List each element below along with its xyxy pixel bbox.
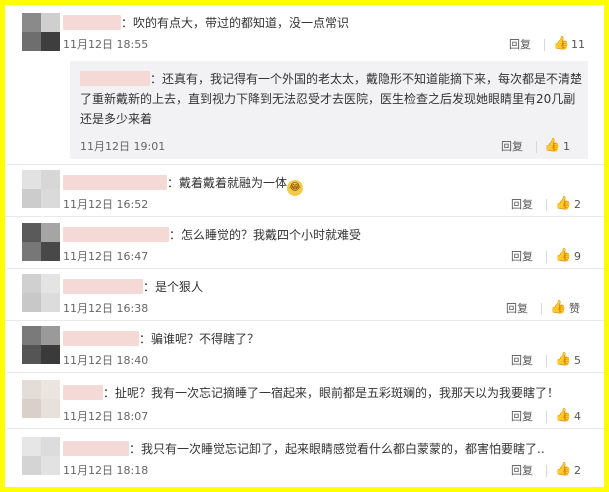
comment-date: 11月12日 xyxy=(63,464,113,477)
thumbs-up-icon[interactable]: 👍 xyxy=(550,301,566,315)
avatar[interactable] xyxy=(22,326,60,364)
comment-time: 16:52 xyxy=(116,198,149,211)
username[interactable] xyxy=(63,15,121,30)
username[interactable] xyxy=(63,385,103,400)
divider xyxy=(546,251,547,263)
comment-date: 11月12日 xyxy=(63,410,113,423)
quote-time: 19:01 xyxy=(133,140,166,153)
thumbs-up-icon[interactable]: 👍 xyxy=(544,139,560,153)
avatar[interactable] xyxy=(22,437,60,475)
comment-date: 11月12日 xyxy=(63,250,113,263)
username[interactable] xyxy=(80,71,150,86)
reply-button[interactable]: 回复 xyxy=(511,198,533,212)
username[interactable] xyxy=(63,279,143,294)
comment-time: 18:07 xyxy=(116,410,149,423)
thumbs-up-icon[interactable]: 👍 xyxy=(555,409,571,423)
like-count: 1 xyxy=(563,140,570,153)
reply-button[interactable]: 回复 xyxy=(506,302,528,316)
list-item: ：扯呢？我有一次忘记摘睡了一宿起来，眼前都是五彩斑斓的，我那天以为我要瞎了！ 1… xyxy=(5,373,604,429)
list-item: ：吹的有点大，带过的都知道，没一点常识 11月12日 18:55 回复 👍 11… xyxy=(5,5,604,165)
comment-text: ：骗谁呢？不得瞎了？ xyxy=(139,332,260,346)
avatar[interactable] xyxy=(22,380,60,418)
thumbs-up-icon[interactable]: 👍 xyxy=(555,353,571,367)
like-count: 5 xyxy=(574,354,581,367)
thumbs-up-icon[interactable]: 👍 xyxy=(555,463,571,477)
reply-button[interactable]: 回复 xyxy=(511,250,533,264)
quote-date: 11月12日 xyxy=(80,140,130,153)
list-item: ：是个狠人 11月12日 16:38 回复 👍 赞 xyxy=(5,269,604,321)
username[interactable] xyxy=(63,331,139,346)
like-count: 赞 xyxy=(569,302,580,315)
comment-text: ：是个狠人 xyxy=(143,280,204,294)
avatar[interactable] xyxy=(22,274,60,312)
divider xyxy=(546,199,547,211)
comment-text: ：吹的有点大，带过的都知道，没一点常识 xyxy=(121,16,350,30)
thumbs-up-icon[interactable]: 👍 xyxy=(553,37,569,51)
divider xyxy=(546,411,547,423)
comment-date: 11月12日 xyxy=(63,38,113,51)
like-count: 4 xyxy=(574,410,581,423)
comment-list: ：吹的有点大，带过的都知道，没一点常识 11月12日 18:55 回复 👍 11… xyxy=(5,5,604,487)
username[interactable] xyxy=(63,175,167,190)
reply-button[interactable]: 回复 xyxy=(511,464,533,478)
avatar[interactable] xyxy=(22,170,60,208)
username[interactable] xyxy=(63,227,169,242)
thumbs-up-icon[interactable]: 👍 xyxy=(555,197,571,211)
quote-text: ：还真有，我记得有一个外国的老太太，戴隐形不知道能摘下来，每次都是不清楚了重新戴… xyxy=(80,72,583,126)
comment-text: ：怎么睡觉的？我戴四个小时就难受 xyxy=(169,228,362,242)
list-item: ：怎么睡觉的？我戴四个小时就难受 11月12日 16:47 回复 👍 9 xyxy=(5,217,604,269)
reply-button[interactable]: 回复 xyxy=(511,354,533,368)
comment-time: 18:55 xyxy=(116,38,149,51)
divider xyxy=(544,39,545,51)
like-count: 9 xyxy=(574,250,581,263)
avatar[interactable] xyxy=(22,13,60,51)
comment-time: 18:18 xyxy=(116,464,149,477)
reply-button[interactable]: 回复 xyxy=(511,410,533,424)
like-count: 2 xyxy=(574,464,581,477)
divider xyxy=(546,355,547,367)
divider xyxy=(546,465,547,477)
comment-date: 11月12日 xyxy=(63,198,113,211)
thumbs-up-icon[interactable]: 👍 xyxy=(555,249,571,263)
divider xyxy=(541,303,542,315)
avatar[interactable] xyxy=(22,223,60,261)
comment-time: 16:47 xyxy=(116,250,149,263)
list-item: ：我只有一次睡觉忘记卸了，起来眼睛感觉看什么都白蒙蒙的，都害怕要瞎了.. 11月… xyxy=(5,429,604,487)
list-item: ：骗谁呢？不得瞎了？ 11月12日 18:40 回复 👍 5 xyxy=(5,321,604,373)
comment-time: 18:40 xyxy=(116,354,149,367)
like-count: 2 xyxy=(574,198,581,211)
comment-text: ：扯呢？我有一次忘记摘睡了一宿起来，眼前都是五彩斑斓的，我那天以为我要瞎了！ xyxy=(103,386,560,400)
comment-date: 11月12日 xyxy=(63,302,113,315)
username[interactable] xyxy=(63,441,129,456)
divider xyxy=(536,141,537,153)
reply-button[interactable]: 回复 xyxy=(501,140,523,154)
like-count: 11 xyxy=(571,38,585,51)
list-item: ：戴着戴着就融为一体 😂 11月12日 16:52 回复 👍 2 xyxy=(5,165,604,217)
comment-time: 16:38 xyxy=(116,302,149,315)
comment-date: 11月12日 xyxy=(63,354,113,367)
comment-text: ：我只有一次睡觉忘记卸了，起来眼睛感觉看什么都白蒙蒙的，都害怕要瞎了.. xyxy=(129,442,545,456)
quoted-reply: ：还真有，我记得有一个外国的老太太，戴隐形不知道能摘下来，每次都是不清楚了重新戴… xyxy=(70,61,588,159)
comment-text: ：戴着戴着就融为一体 xyxy=(167,176,288,190)
reply-button[interactable]: 回复 xyxy=(509,38,531,52)
laughing-emoji-icon: 😂 xyxy=(287,180,304,196)
